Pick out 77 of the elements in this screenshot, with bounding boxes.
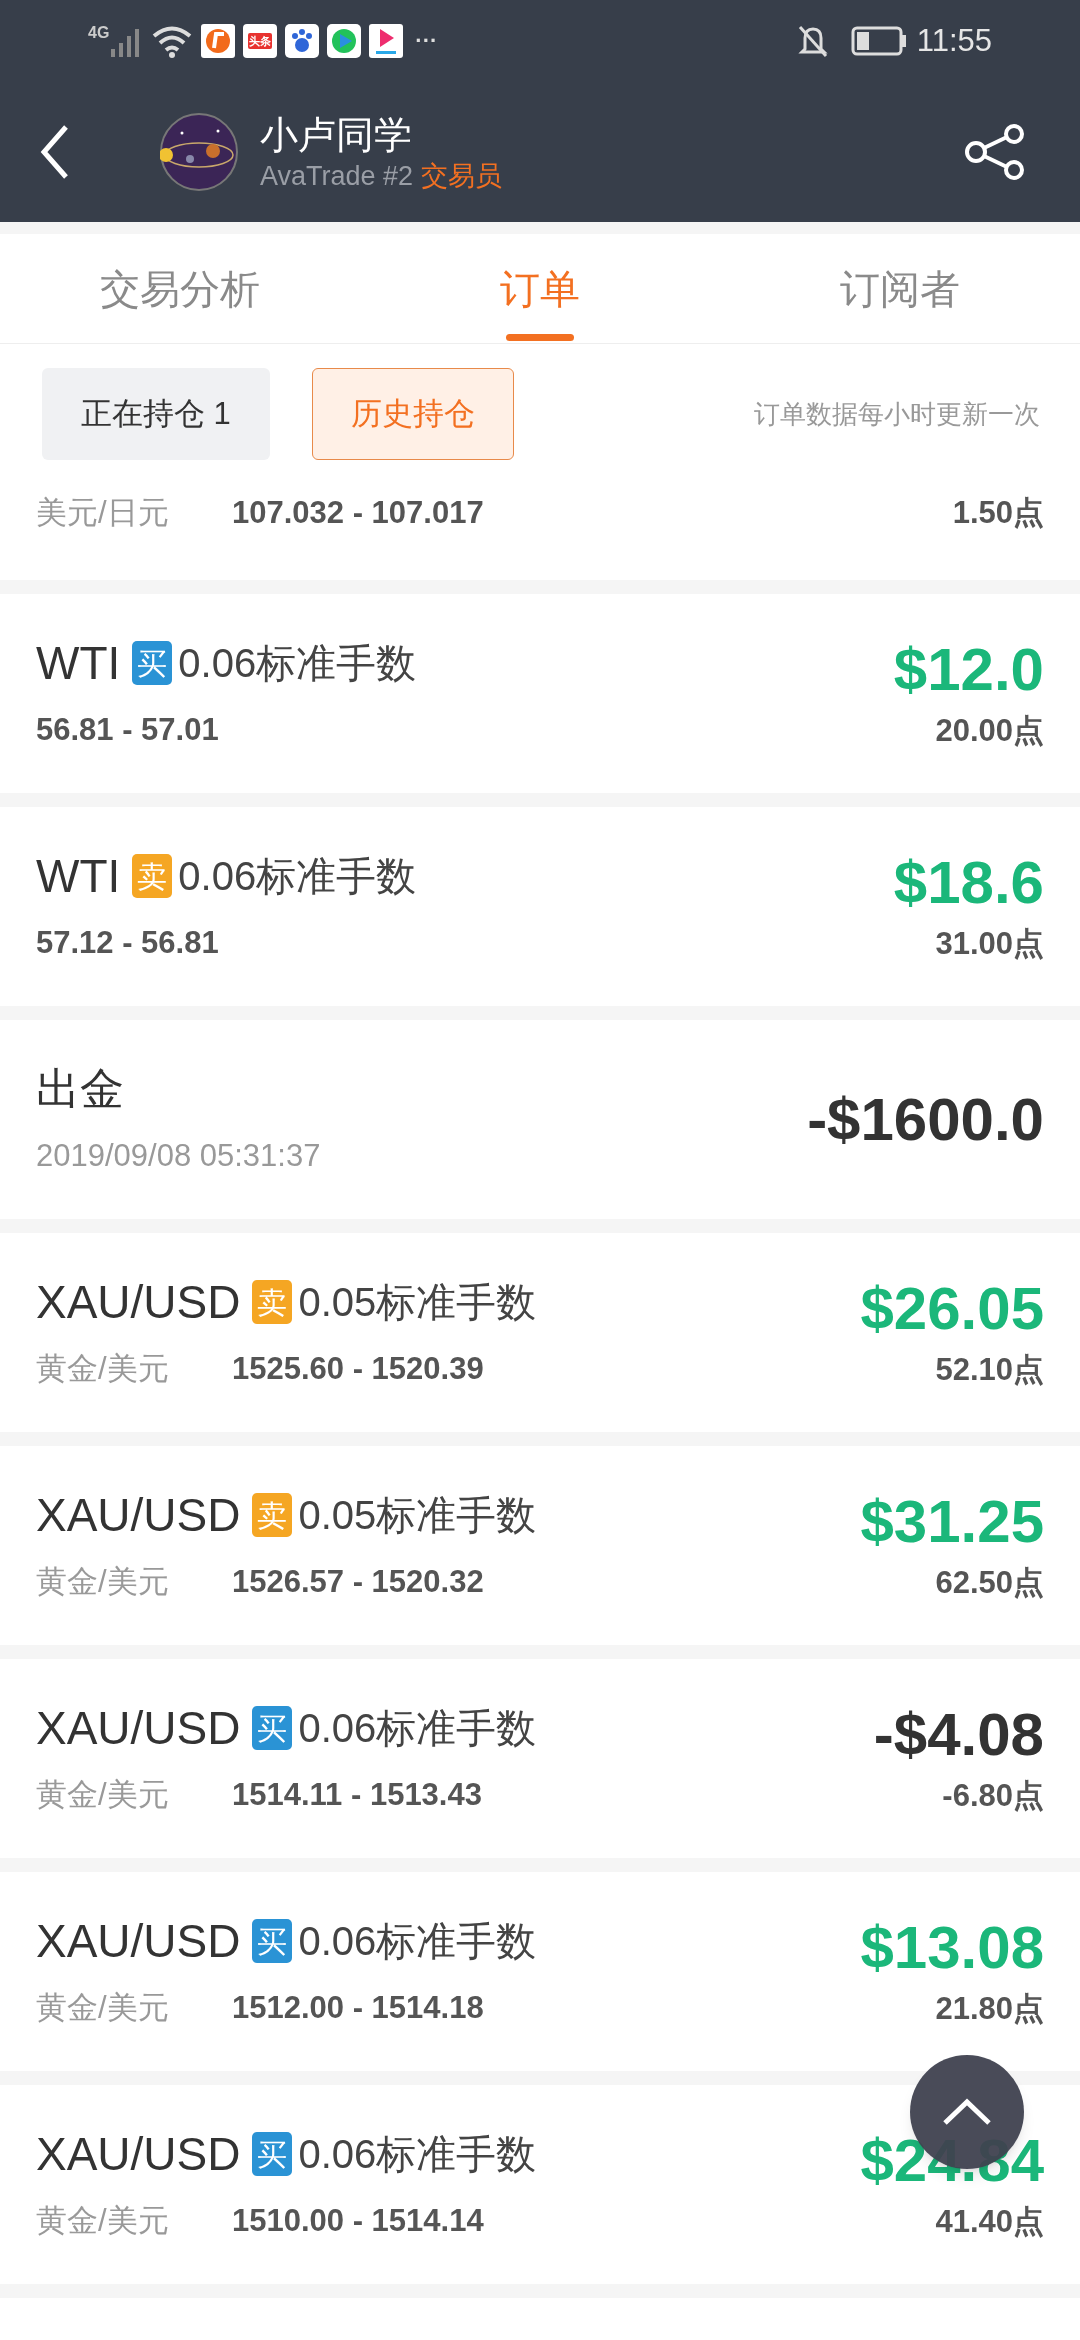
play-icon	[369, 24, 404, 58]
symbol-label: XAU/USD	[36, 1700, 241, 1756]
side-badge: 买	[132, 641, 173, 686]
withdrawal-label: 出金	[36, 1063, 124, 1116]
tab[interactable]: 交易分析	[0, 234, 360, 343]
back-icon[interactable]	[40, 124, 70, 180]
lot-size: 0.06标准手数	[178, 853, 417, 901]
bell-off-icon	[796, 24, 829, 58]
price-range: 1510.00 - 1514.14	[232, 2202, 484, 2241]
points-label: -6.80点	[942, 1777, 1044, 1816]
pair-label: 黄金/美元	[36, 2202, 170, 2241]
clock: 11:55	[916, 21, 992, 60]
price-range: 1514.11 - 1513.43	[232, 1776, 482, 1815]
amount-value: $18.6	[893, 848, 1044, 919]
price-range: 1525.60 - 1520.39	[232, 1350, 484, 1389]
more-notifications: ···	[415, 30, 438, 52]
amount-value: $31.25	[860, 1487, 1044, 1558]
price-range: 1512.00 - 1514.18	[232, 1989, 484, 2028]
amount-value: $12.0	[893, 635, 1044, 706]
price-range: 56.81 - 57.01	[36, 711, 219, 750]
symbol-label: XAU/USD	[36, 1913, 241, 1969]
points-label: 20.00点	[935, 712, 1044, 751]
side-badge: 卖	[132, 854, 173, 899]
tab[interactable]: 订单	[360, 234, 720, 343]
play-icon	[327, 24, 362, 58]
app-icon: 头条	[243, 24, 278, 58]
side-badge: 买	[252, 1706, 293, 1751]
points-label: 31.00点	[935, 925, 1044, 964]
points-label: 52.10点	[935, 1351, 1044, 1390]
price-range: 57.12 - 56.81	[36, 924, 219, 963]
points-label: 21.80点	[935, 1990, 1044, 2029]
amount-value: $24.84	[860, 2126, 1044, 2197]
amount-value: $13.08	[860, 1913, 1044, 1984]
lot-size: 0.06标准手数	[298, 1918, 537, 1966]
filter-button[interactable]: 历史持仓	[311, 368, 514, 460]
symbol-label: XAU/USD	[36, 1274, 241, 1330]
pair-label: 黄金/美元	[36, 1350, 170, 1389]
tab[interactable]: 订阅者	[720, 234, 1080, 343]
user-name: 小卢同学	[260, 113, 413, 158]
pair-label: 黄金/美元	[36, 1776, 170, 1815]
symbol-label: WTI	[36, 635, 121, 691]
chevron-up-icon	[942, 2098, 992, 2126]
amount-value: -$4.08	[873, 1700, 1044, 1771]
share-icon[interactable]	[964, 124, 1026, 180]
app-icon	[201, 24, 236, 58]
lot-size: 0.06标准手数	[178, 640, 417, 688]
symbol-label: WTI	[36, 848, 121, 904]
tab-indicator	[506, 334, 574, 341]
amount-value: $26.05	[860, 1274, 1044, 1345]
side-badge: 卖	[252, 1280, 293, 1325]
update-note: 订单数据每小时更新一次	[754, 397, 1040, 431]
price-range: 107.032 - 107.017	[232, 494, 484, 532]
lot-size: 0.05标准手数	[298, 1279, 537, 1327]
role-label: 交易员	[421, 160, 503, 193]
account-label: AvaTrade #2	[260, 160, 414, 193]
points-label: 41.40点	[935, 2203, 1044, 2242]
timestamp: 2019/09/08 05:31:37	[36, 1137, 321, 1176]
amount-value: -$1600.0	[807, 1084, 1044, 1155]
points-label: 62.50点	[935, 1564, 1044, 1603]
symbol-label: XAU/USD	[36, 1487, 241, 1543]
paw-icon	[285, 24, 320, 58]
side-badge: 买	[252, 2132, 293, 2177]
filter-button[interactable]: 正在持仓 1	[42, 368, 270, 460]
points-label: 1.50点	[952, 494, 1044, 532]
symbol-label: XAU/USD	[36, 2126, 241, 2182]
network-type: 4G	[88, 25, 110, 41]
side-badge: 买	[252, 1919, 293, 1964]
pair-label: 黄金/美元	[36, 1563, 170, 1602]
lot-size: 0.06标准手数	[298, 2131, 537, 2179]
side-badge: 卖	[252, 1493, 293, 1538]
lot-size: 0.06标准手数	[298, 1705, 537, 1753]
battery-icon	[850, 26, 907, 56]
price-range: 1526.57 - 1520.32	[232, 1563, 484, 1602]
pair-label: 黄金/美元	[36, 1989, 170, 2028]
lot-size: 0.05标准手数	[298, 1492, 537, 1540]
pair-label: 美元/日元	[36, 494, 170, 532]
wifi-icon	[151, 24, 194, 58]
